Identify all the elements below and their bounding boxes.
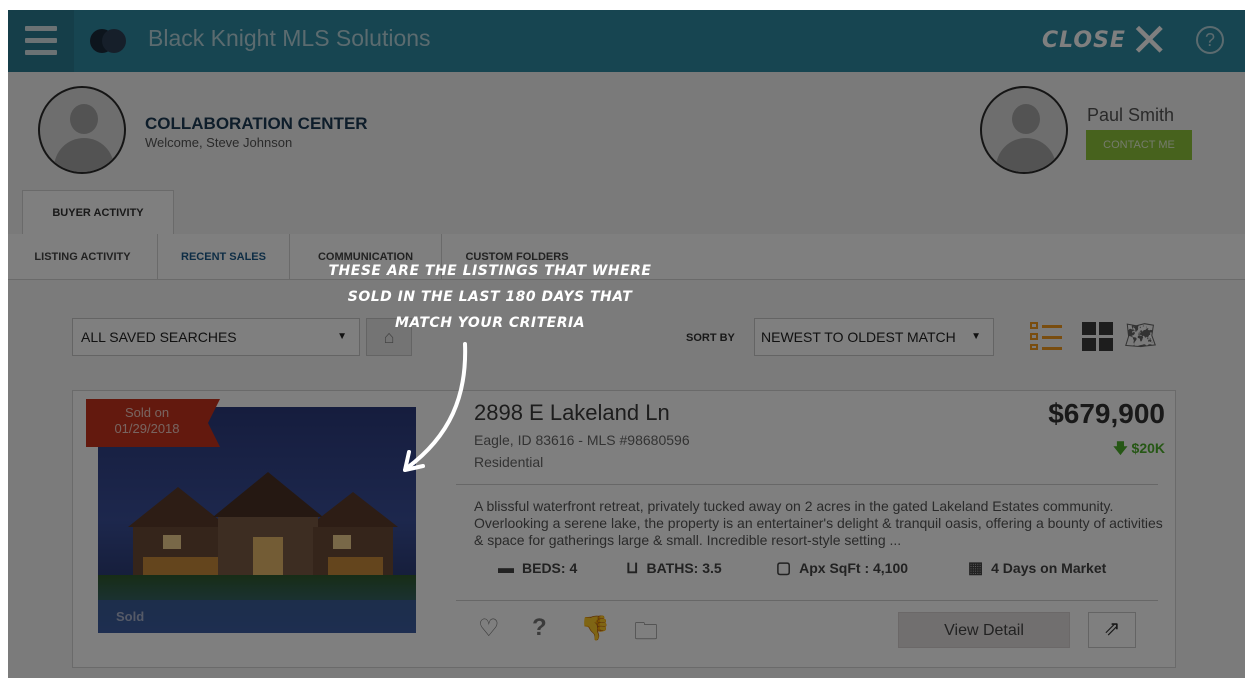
sort-by-label: SORT BY (686, 332, 735, 344)
agent-avatar (980, 86, 1068, 174)
listing-address[interactable]: 2898 E Lakeland Ln (474, 400, 670, 426)
sqft-stat: ▢ Apx SqFt : 4,100 (776, 556, 908, 580)
baths-value: BATHS: 3.5 (646, 560, 722, 576)
brand-title: Black Knight MLS Solutions (148, 25, 431, 51)
listing-city-mls: Eagle, ID 83616 - MLS #98680596 (474, 432, 690, 448)
baths-stat: ⊔ BATHS: 3.5 (626, 556, 722, 580)
dom-value: 4 Days on Market (991, 560, 1107, 576)
collaboration-header: COLLABORATION CENTER Welcome, Steve John… (8, 72, 1245, 234)
map-view-icon[interactable]: 🗺 (1124, 320, 1157, 351)
user-avatar (38, 86, 126, 174)
grid-view-icon[interactable] (1082, 322, 1114, 352)
status-badge: Sold (98, 600, 416, 633)
agent-name: Paul Smith (1087, 105, 1175, 125)
callout-line-2: SOLD IN THE LAST 180 DAYS THAT (347, 289, 633, 305)
sort-select[interactable]: NEWEST TO OLDEST MATCH ▼ (754, 318, 994, 356)
arrow-down-icon: 🡇 (1113, 440, 1132, 456)
sold-on-label: Sold on (124, 405, 170, 420)
days-on-market-stat: ▦ 4 Days on Market (968, 556, 1106, 580)
listing-price: $679,900 (1048, 398, 1165, 429)
sort-value: NEWEST TO OLDEST MATCH (761, 329, 956, 345)
top-bar: Black Knight MLS Solutions CLOSE ✕ ? (8, 10, 1245, 72)
beds-value: BEDS: 4 (522, 560, 578, 576)
divider (456, 600, 1158, 601)
question-icon[interactable]: ? (532, 614, 547, 642)
folder-icon[interactable]: 🗀 (634, 614, 658, 655)
beds-stat: ▬ BEDS: 4 (498, 556, 577, 580)
brand-logo-icon (90, 29, 126, 53)
share-icon[interactable]: ⇗ (1088, 612, 1136, 648)
house-image (128, 472, 398, 587)
close-icon[interactable]: ✕ (1130, 17, 1169, 63)
view-detail-button[interactable]: View Detail (898, 612, 1070, 648)
help-icon[interactable]: ? (1196, 26, 1224, 54)
bed-icon: ▬ (498, 560, 514, 577)
hamburger-menu-icon[interactable] (8, 10, 74, 72)
listing-description: A blissful waterfront retreat, privately… (474, 498, 1163, 548)
callout-arrow-icon (403, 342, 468, 472)
list-view-icon[interactable] (1030, 322, 1064, 352)
calendar-icon: ▦ (968, 560, 984, 577)
price-drop-value: $20K (1131, 440, 1165, 456)
floorplan-icon: ▢ (776, 560, 792, 577)
tutorial-callout: THESE ARE THE LISTINGS THAT WHERE SOLD I… (290, 258, 690, 336)
saved-searches-value: ALL SAVED SEARCHES (81, 329, 237, 345)
contact-me-button[interactable]: CONTACT ME (1086, 130, 1192, 160)
tab-recent-sales[interactable]: RECENT SALES (158, 234, 290, 280)
chevron-down-icon: ▼ (971, 331, 981, 342)
welcome-text: Welcome, Steve Johnson (145, 135, 293, 150)
tab-listing-activity[interactable]: LISTING ACTIVITY (8, 234, 158, 280)
sqft-value: Apx SqFt : 4,100 (799, 560, 909, 576)
close-tutorial-label[interactable]: CLOSE (1042, 28, 1126, 53)
divider (456, 484, 1158, 485)
callout-line-3: MATCH YOUR CRITERIA (394, 315, 586, 331)
thumbs-down-icon[interactable]: 👎 (580, 614, 610, 643)
page-title: COLLABORATION CENTER (145, 114, 368, 133)
sold-date-ribbon: Sold on 01/29/2018 (86, 399, 220, 447)
tab-buyer-activity[interactable]: BUYER ACTIVITY (22, 190, 174, 234)
favorite-heart-icon[interactable]: ♡ (478, 614, 500, 643)
bathtub-icon: ⊔ (626, 560, 639, 577)
price-drop: 🡇 $20K (1113, 438, 1165, 462)
callout-line-1: THESE ARE THE LISTINGS THAT WHERE (328, 263, 652, 279)
sold-date: 01/29/2018 (114, 421, 180, 436)
